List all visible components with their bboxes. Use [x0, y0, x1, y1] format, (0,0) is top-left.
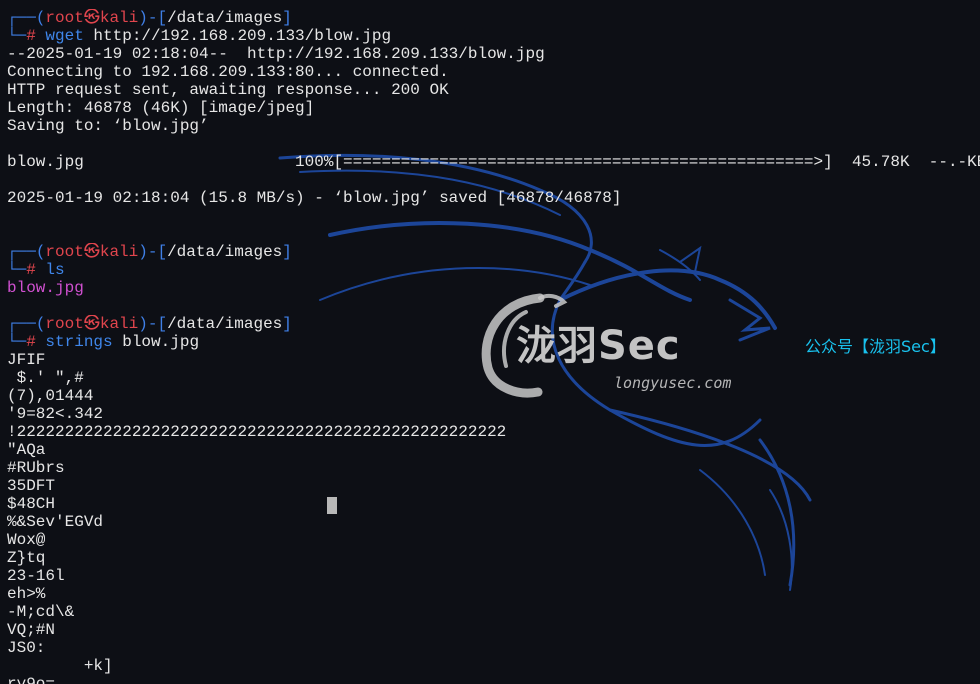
- command-name: wget: [45, 27, 84, 45]
- prompt-open-paren: (: [35, 243, 46, 261]
- strings-output-line: '9=82<.342: [7, 405, 104, 423]
- strings-output-line: Z}tq: [7, 549, 46, 567]
- prompt-path: /data/images: [167, 9, 283, 27]
- prompt-open-paren: (: [35, 9, 46, 27]
- prompt-path: /data/images: [167, 243, 283, 261]
- command-args: blow.jpg: [112, 333, 200, 351]
- prompt-corner: ┌──: [7, 315, 36, 333]
- text-cursor: [327, 497, 337, 514]
- output-line: HTTP request sent, awaiting response... …: [7, 81, 449, 99]
- download-progress-line: blow.jpg 100%[==========================…: [7, 153, 980, 171]
- command-name: strings: [45, 333, 113, 351]
- prompt-hash: #: [26, 333, 46, 351]
- prompt-host: kali: [99, 315, 139, 333]
- skull-icon: ㉿: [83, 315, 100, 333]
- prompt-user: root: [45, 315, 84, 333]
- prompt-corner-bottom: └─: [7, 27, 27, 45]
- prompt-path: /data/images: [167, 315, 283, 333]
- strings-output-line: VQ;#N: [7, 621, 56, 639]
- prompt-corner: ┌──: [7, 243, 36, 261]
- prompt-line: ┌──(root㉿kali)-[/data/images]: [7, 243, 980, 261]
- strings-output-line: +k]: [7, 657, 113, 675]
- output-line: Saving to: ‘blow.jpg’: [7, 117, 209, 135]
- prompt-separator: )-[: [138, 9, 168, 27]
- prompt-line: ┌──(root㉿kali)-[/data/images]: [7, 9, 980, 27]
- prompt-separator: )-[: [138, 243, 168, 261]
- prompt-host: kali: [99, 243, 139, 261]
- skull-icon: ㉿: [83, 9, 100, 27]
- command-args: http://192.168.209.133/blow.jpg: [83, 27, 392, 45]
- command-line: └─# ls: [7, 261, 980, 279]
- strings-output-line: !222222222222222222222222222222222222222…: [7, 423, 507, 441]
- skull-icon: ㉿: [83, 243, 100, 261]
- output-line: Length: 46878 (46K) [image/jpeg]: [7, 99, 315, 117]
- strings-output-line: eh>%: [7, 585, 46, 603]
- command-line: └─# wget http://192.168.209.133/blow.jpg: [7, 27, 980, 45]
- prompt-user: root: [45, 9, 84, 27]
- strings-output-line: JS0:: [7, 639, 46, 657]
- prompt-close: ]: [282, 243, 292, 261]
- prompt-user: root: [45, 243, 84, 261]
- prompt-hash: #: [26, 27, 46, 45]
- watermark-title: 泷羽Sec: [516, 323, 681, 369]
- strings-output-line: 35DFT: [7, 477, 56, 495]
- prompt-corner: ┌──: [7, 9, 36, 27]
- prompt-hash: #: [26, 261, 46, 279]
- prompt-host: kali: [99, 9, 139, 27]
- prompt-close: ]: [282, 9, 292, 27]
- prompt-separator: )-[: [138, 315, 168, 333]
- watermark-domain: longyusec.com: [614, 374, 732, 392]
- output-line: 2025-01-19 02:18:04 (15.8 MB/s) - ‘blow.…: [7, 189, 622, 207]
- strings-output-line: "AQa: [7, 441, 46, 459]
- command-name: ls: [45, 261, 65, 279]
- strings-output-line: Wox@: [7, 531, 46, 549]
- prompt-close: ]: [282, 315, 292, 333]
- output-line: Connecting to 192.168.209.133:80... conn…: [7, 63, 449, 81]
- output-line: --2025-01-19 02:18:04-- http://192.168.2…: [7, 45, 545, 63]
- strings-output-line: #RUbrs: [7, 459, 65, 477]
- terminal-window[interactable]: ┌──(root㉿kali)-[/data/images] └─# wget h…: [0, 0, 980, 684]
- watermark-account: 公众号【泷羽Sec】: [805, 337, 946, 356]
- prompt-corner-bottom: └─: [7, 333, 27, 351]
- prompt-open-paren: (: [35, 315, 46, 333]
- strings-output-line: -M;cd\&: [7, 603, 75, 621]
- strings-output-line: 23-16l: [7, 567, 65, 585]
- strings-output-line: %&Sev'EGVd: [7, 513, 104, 531]
- prompt-corner-bottom: └─: [7, 261, 27, 279]
- strings-output-line: $48CH: [7, 495, 56, 513]
- strings-output-line: ry9o=: [7, 675, 56, 684]
